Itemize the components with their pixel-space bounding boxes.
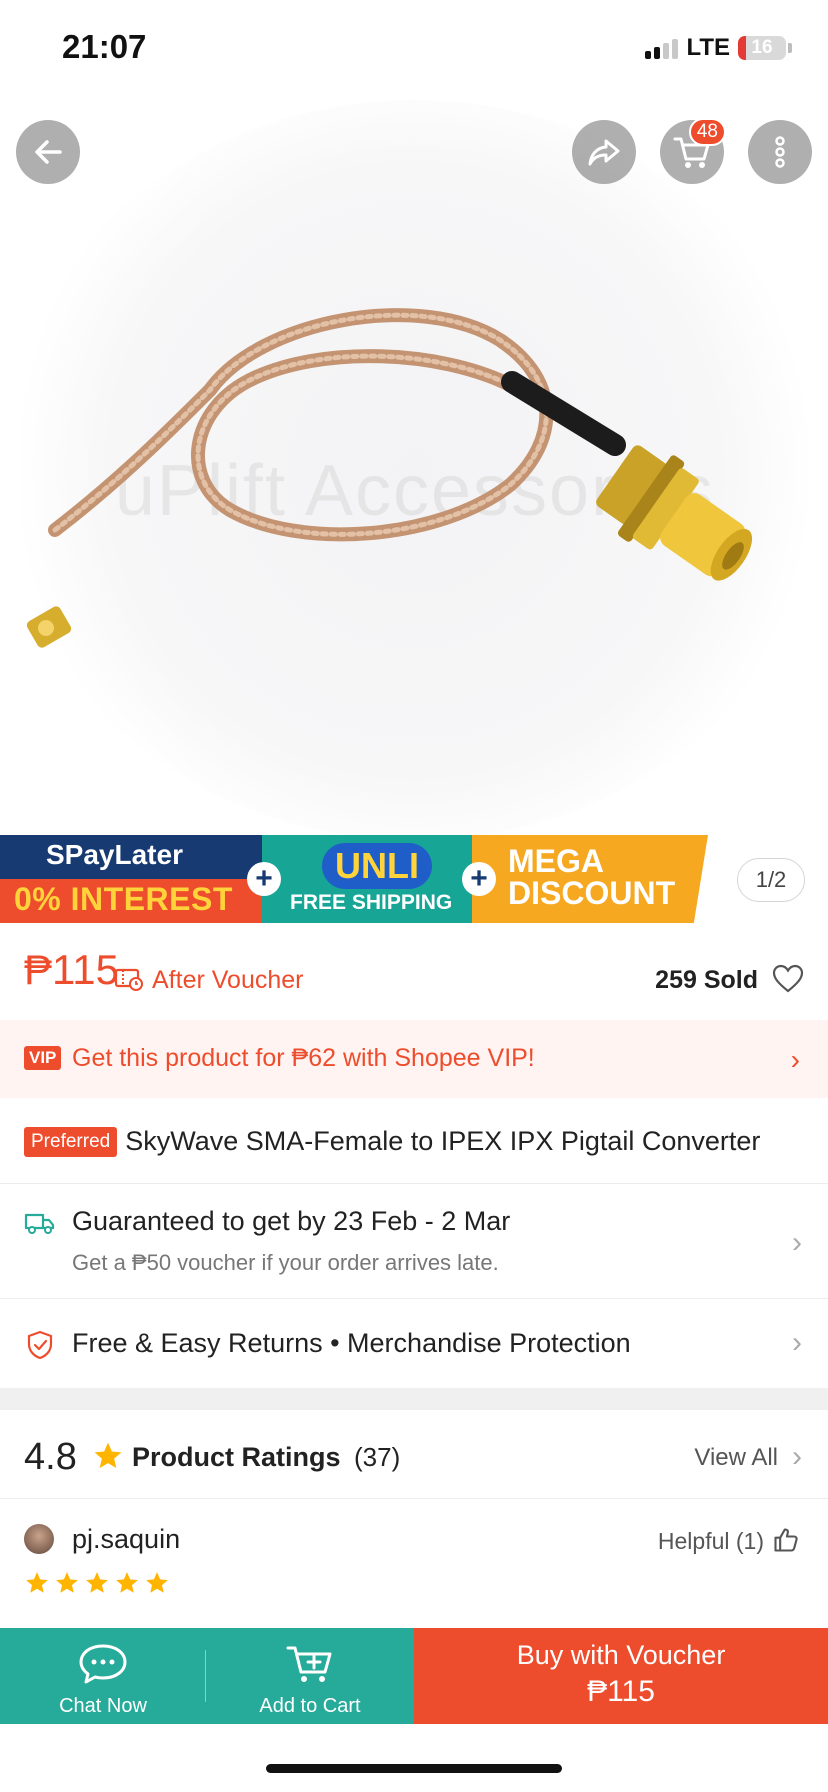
plus-icon: +	[462, 862, 496, 896]
buy-button-price: ₱115	[587, 1675, 655, 1708]
star-icon	[116, 1572, 138, 1593]
after-voucher-label: After Voucher	[152, 966, 304, 994]
view-all-ratings-link[interactable]: View All	[694, 1444, 778, 1472]
price: ₱115	[24, 946, 119, 993]
pigtail-cable-image	[26, 308, 753, 648]
chat-now-label: Chat Now	[59, 1695, 147, 1717]
sold-count: 259 Sold	[655, 966, 758, 994]
heart-icon[interactable]	[772, 964, 804, 994]
thumbs-up-icon[interactable]	[772, 1526, 800, 1554]
ratings-count: (37)	[354, 1442, 401, 1472]
unli-label: UNLI	[322, 843, 432, 889]
shipping-voucher-note: Get a ₱50 voucher if your order arrives …	[72, 1250, 499, 1275]
spaylater-label: SPayLater	[46, 839, 183, 870]
back-button[interactable]	[16, 120, 80, 184]
arrow-left-icon	[35, 140, 62, 164]
signal-icon	[645, 37, 679, 59]
mega-discount-label: MEGA DISCOUNT	[508, 843, 676, 911]
chevron-right-icon[interactable]: ›	[792, 1440, 802, 1474]
ratings-label: Product Ratings	[132, 1442, 341, 1472]
preferred-badge: Preferred	[24, 1126, 118, 1157]
cart-count-badge: 48	[688, 118, 726, 146]
cart-button[interactable]: 48	[660, 118, 726, 184]
product-title: SkyWave SMA-Female to IPEX IPX Pigtail C…	[125, 1126, 761, 1156]
product-title-row: Preferred SkyWave SMA-Female to IPEX IPX…	[24, 1126, 814, 1157]
star-icon	[56, 1572, 78, 1593]
divider	[0, 1183, 828, 1184]
chevron-right-icon[interactable]: ›	[792, 1326, 802, 1360]
returns-protection[interactable]: Free & Easy Returns • Merchandise Protec…	[72, 1328, 631, 1359]
star-icon	[86, 1572, 108, 1593]
star-icon	[26, 1572, 48, 1593]
promo-banner[interactable]: SPayLater 0% INTEREST UNLI FREE SHIPPING…	[0, 835, 710, 923]
chevron-right-icon: ›	[790, 1044, 800, 1075]
vip-offer-text: Get this product for ₱62 with Shopee VIP…	[72, 1044, 535, 1072]
shield-check-icon	[27, 1330, 53, 1360]
chat-now-button[interactable]: Chat Now	[0, 1628, 206, 1724]
chat-icon	[79, 1644, 127, 1684]
divider	[0, 1498, 828, 1499]
status-time: 21:07	[62, 28, 147, 65]
vip-badge: VIP	[24, 1046, 62, 1070]
free-shipping-label: FREE SHIPPING	[290, 891, 453, 914]
chevron-right-icon[interactable]: ›	[792, 1226, 802, 1260]
rating-score: 4.8	[24, 1436, 77, 1478]
add-cart-icon	[286, 1646, 332, 1682]
network-type: LTE	[686, 34, 730, 61]
plus-icon: +	[247, 862, 281, 896]
helpful-count[interactable]: Helpful (1)	[658, 1528, 764, 1555]
share-icon	[588, 139, 620, 166]
voucher-icon	[114, 968, 143, 991]
battery-level: 16	[751, 37, 773, 58]
reviewer-name: pj.saquin	[72, 1524, 181, 1554]
divider	[0, 1298, 828, 1299]
more-vertical-icon	[775, 136, 785, 168]
status-indicators: LTE 16	[645, 34, 792, 62]
image-pager: 1/2	[737, 858, 805, 902]
buy-button-label: Buy with Voucher	[516, 1640, 726, 1670]
star-icon	[146, 1572, 168, 1593]
share-button[interactable]	[572, 120, 636, 184]
section-gap	[0, 1388, 828, 1410]
shipping-guarantee[interactable]: Guaranteed to get by 23 Feb - 2 Mar	[72, 1206, 510, 1237]
truck-icon	[24, 1213, 55, 1234]
more-options-button[interactable]	[748, 120, 812, 184]
add-to-cart-label: Add to Cart	[259, 1695, 361, 1717]
add-to-cart-button[interactable]: Add to Cart	[206, 1628, 414, 1724]
review-stars	[24, 1570, 170, 1596]
buy-with-voucher-button[interactable]: Buy with Voucher ₱115	[414, 1628, 828, 1724]
battery-icon: 16	[738, 36, 786, 60]
avatar	[24, 1524, 54, 1554]
interest-label: 0% INTEREST	[14, 881, 233, 917]
product-image[interactable]: uPlift Accessories	[0, 90, 828, 835]
home-indicator	[266, 1764, 562, 1773]
star-icon	[94, 1442, 122, 1468]
vip-offer-row[interactable]: VIP Get this product for ₱62 with Shopee…	[0, 1020, 828, 1098]
bottom-action-bar: Chat Now Add to Cart Buy with Voucher ₱1…	[0, 1628, 828, 1724]
